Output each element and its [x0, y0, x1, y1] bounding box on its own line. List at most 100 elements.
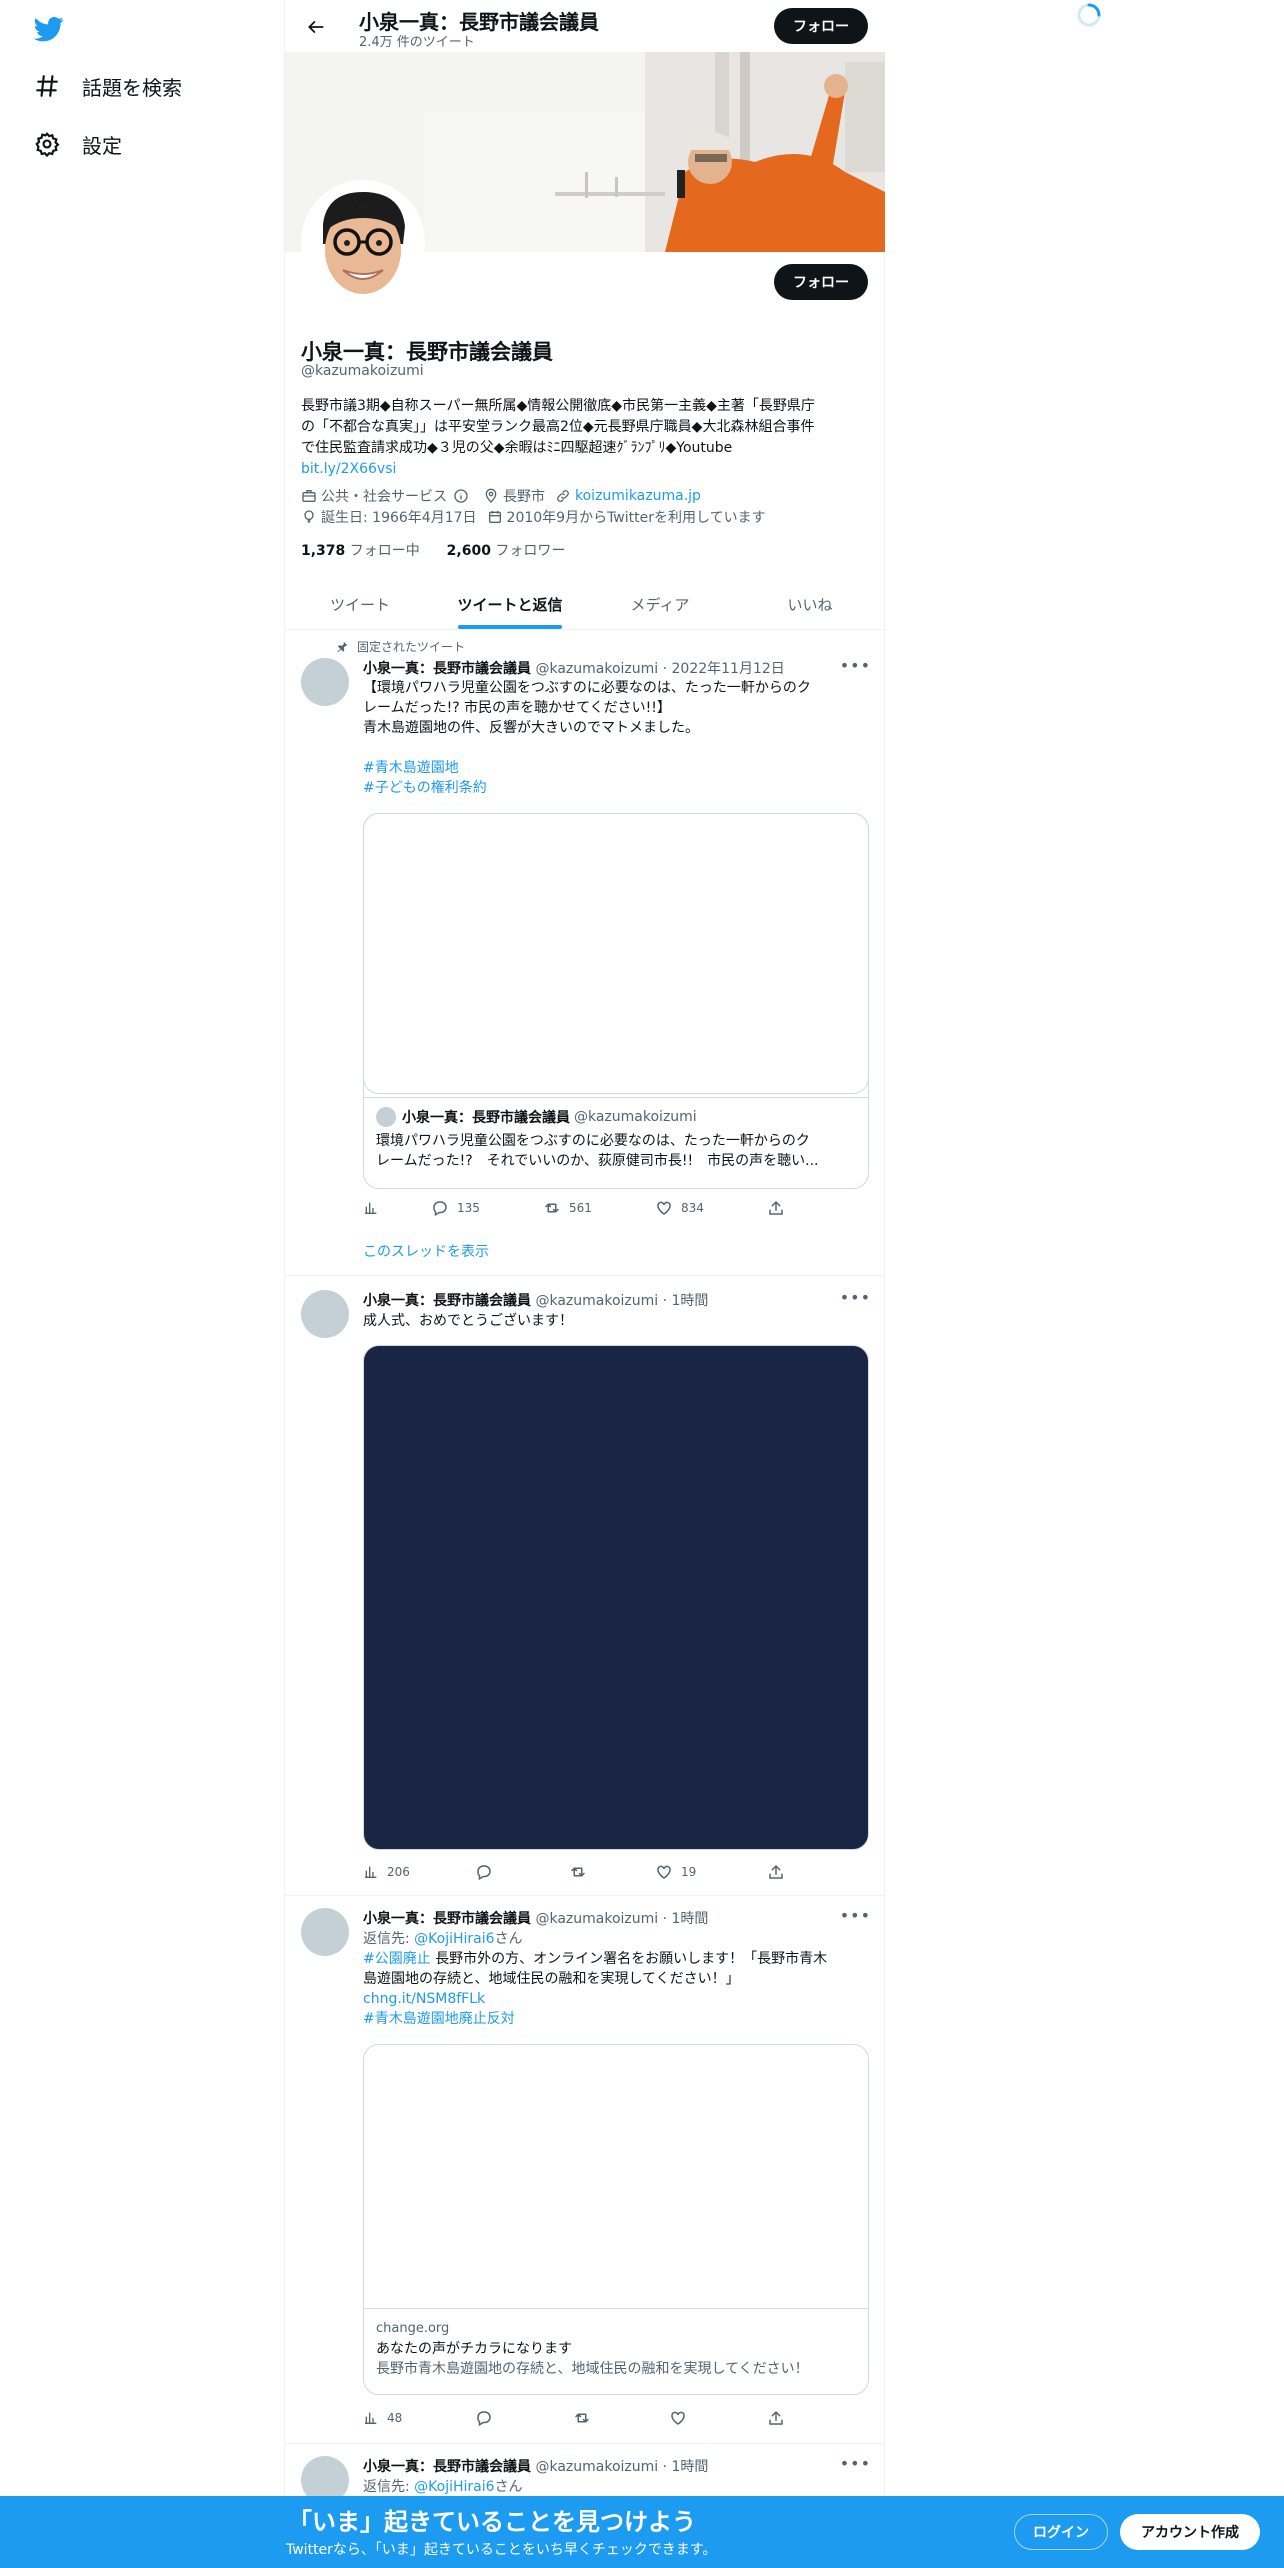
tab-tweets-and-replies[interactable]: ツイートと返信: [435, 580, 585, 629]
hashtag-link[interactable]: #子どもの権利条約: [363, 778, 873, 798]
profile-avatar[interactable]: [301, 180, 425, 304]
link-preview-image[interactable]: [364, 2045, 868, 2309]
tweet-media-image[interactable]: [363, 1345, 869, 1850]
url-link[interactable]: chng.it/NSM8fFLk: [363, 1989, 873, 2009]
views-button[interactable]: [363, 1200, 431, 1216]
calendar-icon: [488, 511, 501, 523]
link-preview-card[interactable]: change.org あなたの声がチカラになります 長野市青木島遊園地の存続と、…: [363, 2044, 869, 2395]
tweet-time[interactable]: 1時間: [672, 1911, 709, 1927]
header-follow-button[interactable]: フォロー: [774, 8, 868, 44]
link-preview-domain: change.org: [376, 2321, 450, 2336]
hashtag-link[interactable]: #青木島遊園地廃止反対: [363, 2009, 873, 2029]
login-button[interactable]: ログイン: [1014, 2514, 1108, 2550]
followers-stat[interactable]: 2,600 フォロワー: [447, 543, 566, 559]
reply-icon: [477, 2411, 491, 2427]
tab-media[interactable]: メディア: [585, 580, 735, 629]
tweet-time[interactable]: 2022年11月12日: [672, 661, 785, 677]
like-button[interactable]: 19: [655, 1863, 767, 1881]
following-stat[interactable]: 1,378 フォロー中: [301, 543, 420, 559]
heart-icon: [657, 1865, 671, 1879]
tweet[interactable]: 小泉一真：長野市議会議員 @kazumakoizumi · 1時間 ••• 返信…: [285, 1896, 885, 2444]
avatar[interactable]: [301, 1290, 349, 1338]
back-arrow-icon: [308, 21, 324, 33]
like-button[interactable]: 834: [655, 1199, 767, 1217]
twitter-bird-icon[interactable]: [32, 14, 66, 44]
heart-icon: [657, 1201, 671, 1215]
profile-website[interactable]: koizumikazuma.jp: [555, 488, 701, 504]
reply-button[interactable]: 135: [431, 1199, 543, 1217]
profile-tabs: ツイート ツイートと返信 メディア いいね: [285, 580, 885, 630]
retweet-button[interactable]: [573, 2409, 669, 2427]
tweet-actions: 48: [363, 2408, 803, 2428]
tweet[interactable]: 小泉一真：長野市議会議員 @kazumakoizumi · 1時間 ••• 成人…: [285, 1276, 885, 1896]
like-button[interactable]: [669, 2409, 767, 2427]
more-options-icon[interactable]: •••: [840, 2454, 871, 2473]
tweet-header: 小泉一真：長野市議会議員 @kazumakoizumi · 1時間: [363, 1911, 709, 1927]
avatar[interactable]: [301, 658, 349, 706]
tweet-time[interactable]: 1時間: [672, 1293, 709, 1309]
tweet-header: 小泉一真：長野市議会議員 @kazumakoizumi · 2022年11月12…: [363, 661, 785, 677]
share-icon: [769, 1200, 783, 1215]
nav-item-settings[interactable]: 設定: [32, 124, 122, 164]
nav-item-explore[interactable]: 話題を検索: [32, 66, 182, 106]
signup-bottom-bar: 「いま」起きていることを見つけよう Twitterなら、「いま」起きていることを…: [0, 2496, 1284, 2568]
signup-button[interactable]: アカウント作成: [1120, 2514, 1260, 2550]
profile-location: 長野市: [483, 486, 545, 506]
bottom-bar-subtitle: Twitterなら、「いま」起きていることをいち早くチェックできます。: [286, 2542, 717, 2558]
retweet-icon: [575, 2413, 589, 2423]
link-preview-title: あなたの声がチカラになります: [376, 2341, 572, 2357]
retweet-button[interactable]: [569, 1863, 655, 1881]
reply-button[interactable]: [475, 2409, 573, 2427]
tweet-text: 返信先: @KojiHirai6さん #公園廃止 長野市外の方、オンライン署名を…: [363, 1929, 873, 2029]
tweet-time[interactable]: 1時間: [672, 2459, 709, 2475]
profile-name: 小泉一真：長野市議会議員: [301, 340, 553, 364]
link-preview-description: 長野市青木島遊園地の存続と、地域住民の融和を実現してください！: [376, 2361, 809, 2377]
profile-stats: 1,378 フォロー中 2,600 フォロワー: [301, 540, 565, 560]
tweet-header: 小泉一真：長野市議会議員 @kazumakoizumi · 1時間: [363, 1293, 709, 1309]
avatar: [376, 1107, 396, 1127]
back-button[interactable]: [299, 10, 333, 44]
left-navigation: 話題を検索 設定: [0, 0, 284, 300]
retweet-button[interactable]: 561: [543, 1199, 655, 1217]
header-tweet-count: 2.4万 件のツイート: [359, 35, 475, 50]
tweet-pinned[interactable]: 固定されたツイート 小泉一真：長野市議会議員 @kazumakoizumi · …: [285, 630, 885, 1276]
reply-icon: [477, 1865, 491, 1881]
profile-meta-row-1: 公共・社会サービス 長野市 koizumikazuma.jp: [301, 486, 711, 506]
hashtag-link[interactable]: #公園廃止: [363, 1951, 431, 1967]
profile-follow-button[interactable]: フォロー: [774, 264, 868, 300]
bar-chart-icon: [365, 1202, 377, 1214]
link-icon: [557, 490, 569, 502]
bio-line: で住民監査請求成功◆３児の父◆余暇はﾐﾆ四駆超速ｸﾞﾗﾝﾌﾟﾘ◆Youtube: [301, 440, 733, 456]
reply-button[interactable]: [475, 1863, 569, 1881]
views-button[interactable]: 48: [363, 2410, 475, 2426]
reply-context: 返信先: @KojiHirai6さん: [363, 2479, 523, 2495]
show-thread-link[interactable]: このスレッドを表示: [363, 1241, 489, 1261]
share-icon: [769, 2410, 783, 2425]
retweet-icon: [571, 1867, 585, 1877]
heart-icon: [671, 2411, 685, 2425]
views-button[interactable]: 206: [363, 1864, 475, 1880]
share-button[interactable]: [767, 2409, 785, 2427]
share-icon: [769, 1864, 783, 1879]
quoted-tweet-frame[interactable]: 小泉一真：長野市議会議員 @kazumakoizumi 環境パワハラ児童公園をつ…: [363, 813, 869, 1189]
profile-category: 公共・社会サービス: [301, 486, 473, 506]
tab-tweets[interactable]: ツイート: [285, 580, 435, 629]
more-options-icon[interactable]: •••: [840, 656, 871, 675]
hashtag-link[interactable]: #青木島遊園地: [363, 758, 873, 778]
more-options-icon[interactable]: •••: [840, 1288, 871, 1307]
reply-icon: [433, 1201, 447, 1217]
share-button[interactable]: [767, 1199, 785, 1217]
tweet-text: 成人式、おめでとうございます！: [363, 1313, 573, 1329]
bio-link[interactable]: bit.ly/2X66vsi: [301, 459, 869, 480]
bar-chart-icon: [365, 1866, 377, 1878]
bottom-bar-title: 「いま」起きていることを見つけよう: [288, 2508, 696, 2536]
share-button[interactable]: [767, 1863, 785, 1881]
tweet-header: 小泉一真：長野市議会議員 @kazumakoizumi · 1時間: [363, 2459, 709, 2475]
profile-joined: 2010年9月からTwitterを利用しています: [487, 507, 766, 527]
nav-item-label: 話題を検索: [82, 75, 182, 100]
avatar[interactable]: [301, 1908, 349, 1956]
loading-spinner-icon: [1076, 2, 1102, 28]
tweet-text: 【環境パワハラ児童公園をつぶすのに必要なのは、たった一軒からのク レームだった!…: [363, 678, 873, 798]
more-options-icon[interactable]: •••: [840, 1906, 871, 1925]
tab-likes[interactable]: いいね: [735, 580, 885, 629]
